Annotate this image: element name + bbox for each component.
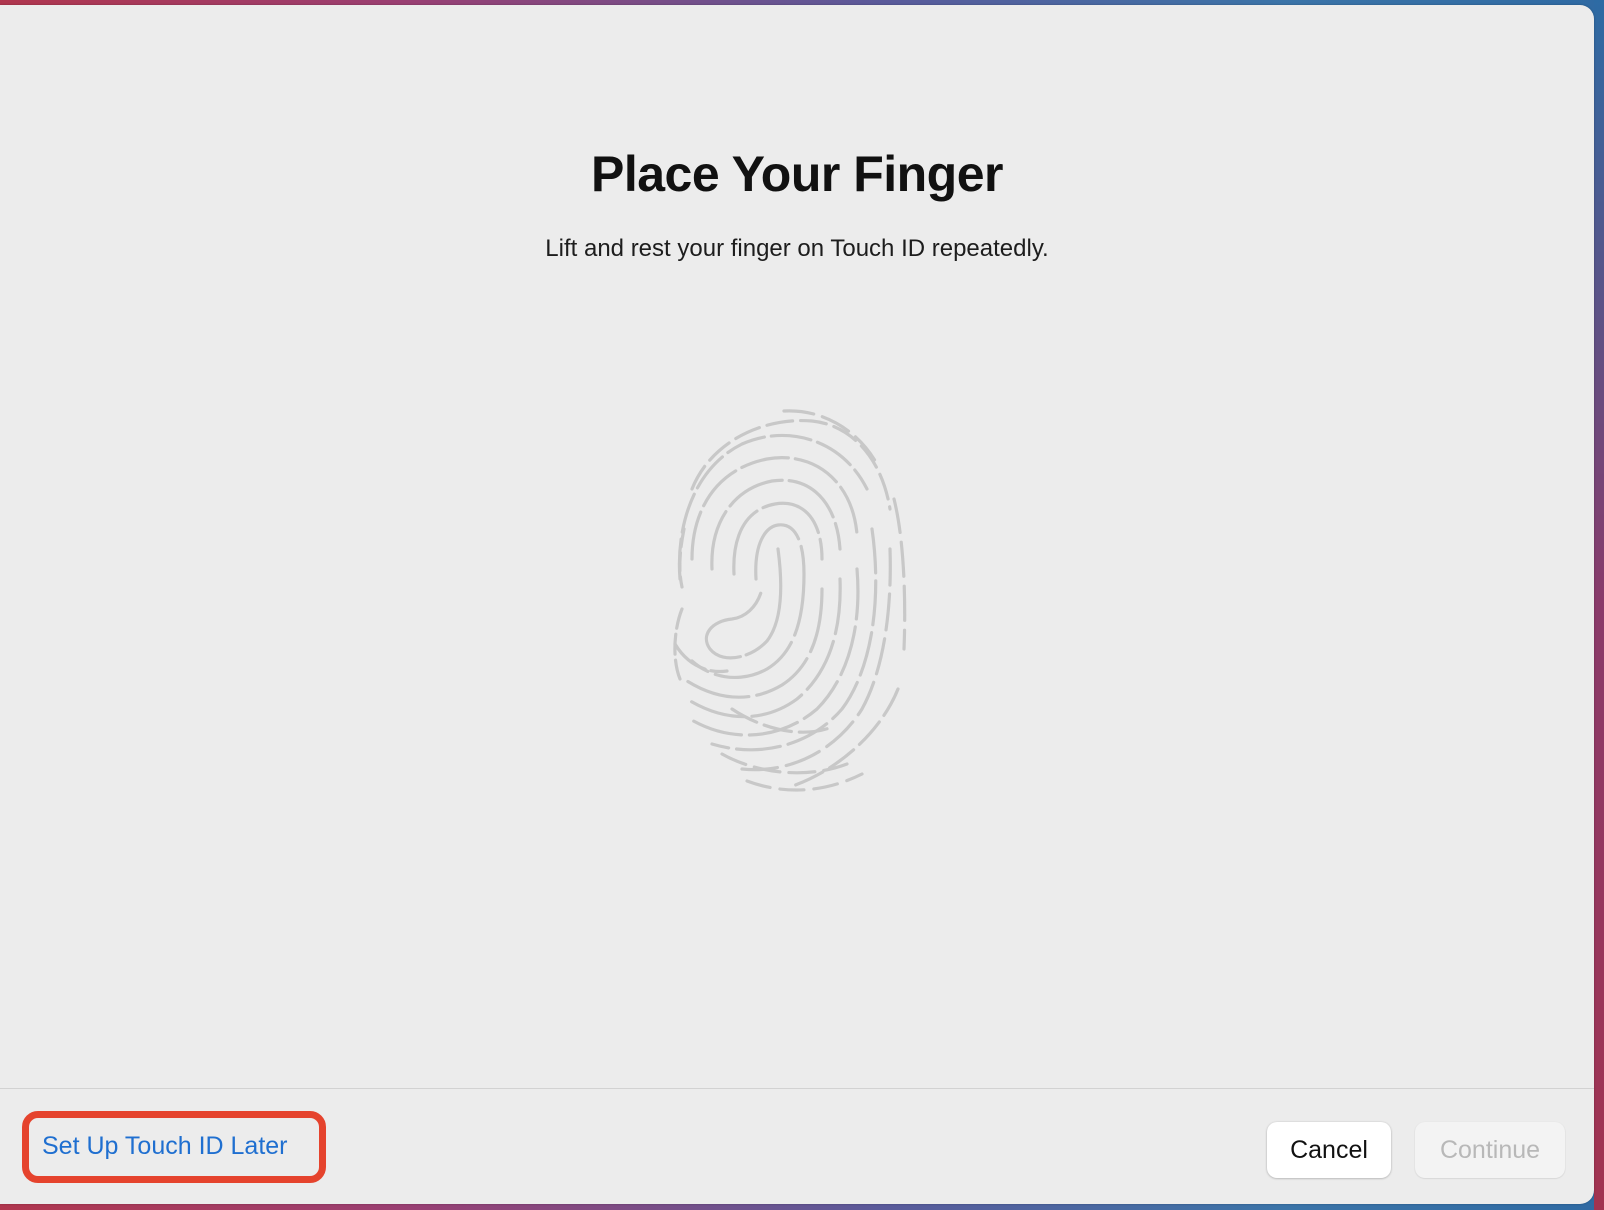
continue-button[interactable]: Continue bbox=[1415, 1122, 1565, 1178]
instruction-text: Lift and rest your finger on Touch ID re… bbox=[545, 235, 1049, 262]
set-up-later-link[interactable]: Set Up Touch ID Later bbox=[42, 1132, 288, 1161]
desktop-background bbox=[1594, 0, 1604, 1210]
touch-id-setup-window: Place Your Finger Lift and rest your fin… bbox=[0, 5, 1594, 1204]
cancel-button[interactable]: Cancel bbox=[1267, 1122, 1391, 1178]
footer-divider bbox=[0, 1088, 1594, 1089]
page-title: Place Your Finger bbox=[590, 146, 1004, 202]
fingerprint-icon bbox=[673, 409, 907, 792]
